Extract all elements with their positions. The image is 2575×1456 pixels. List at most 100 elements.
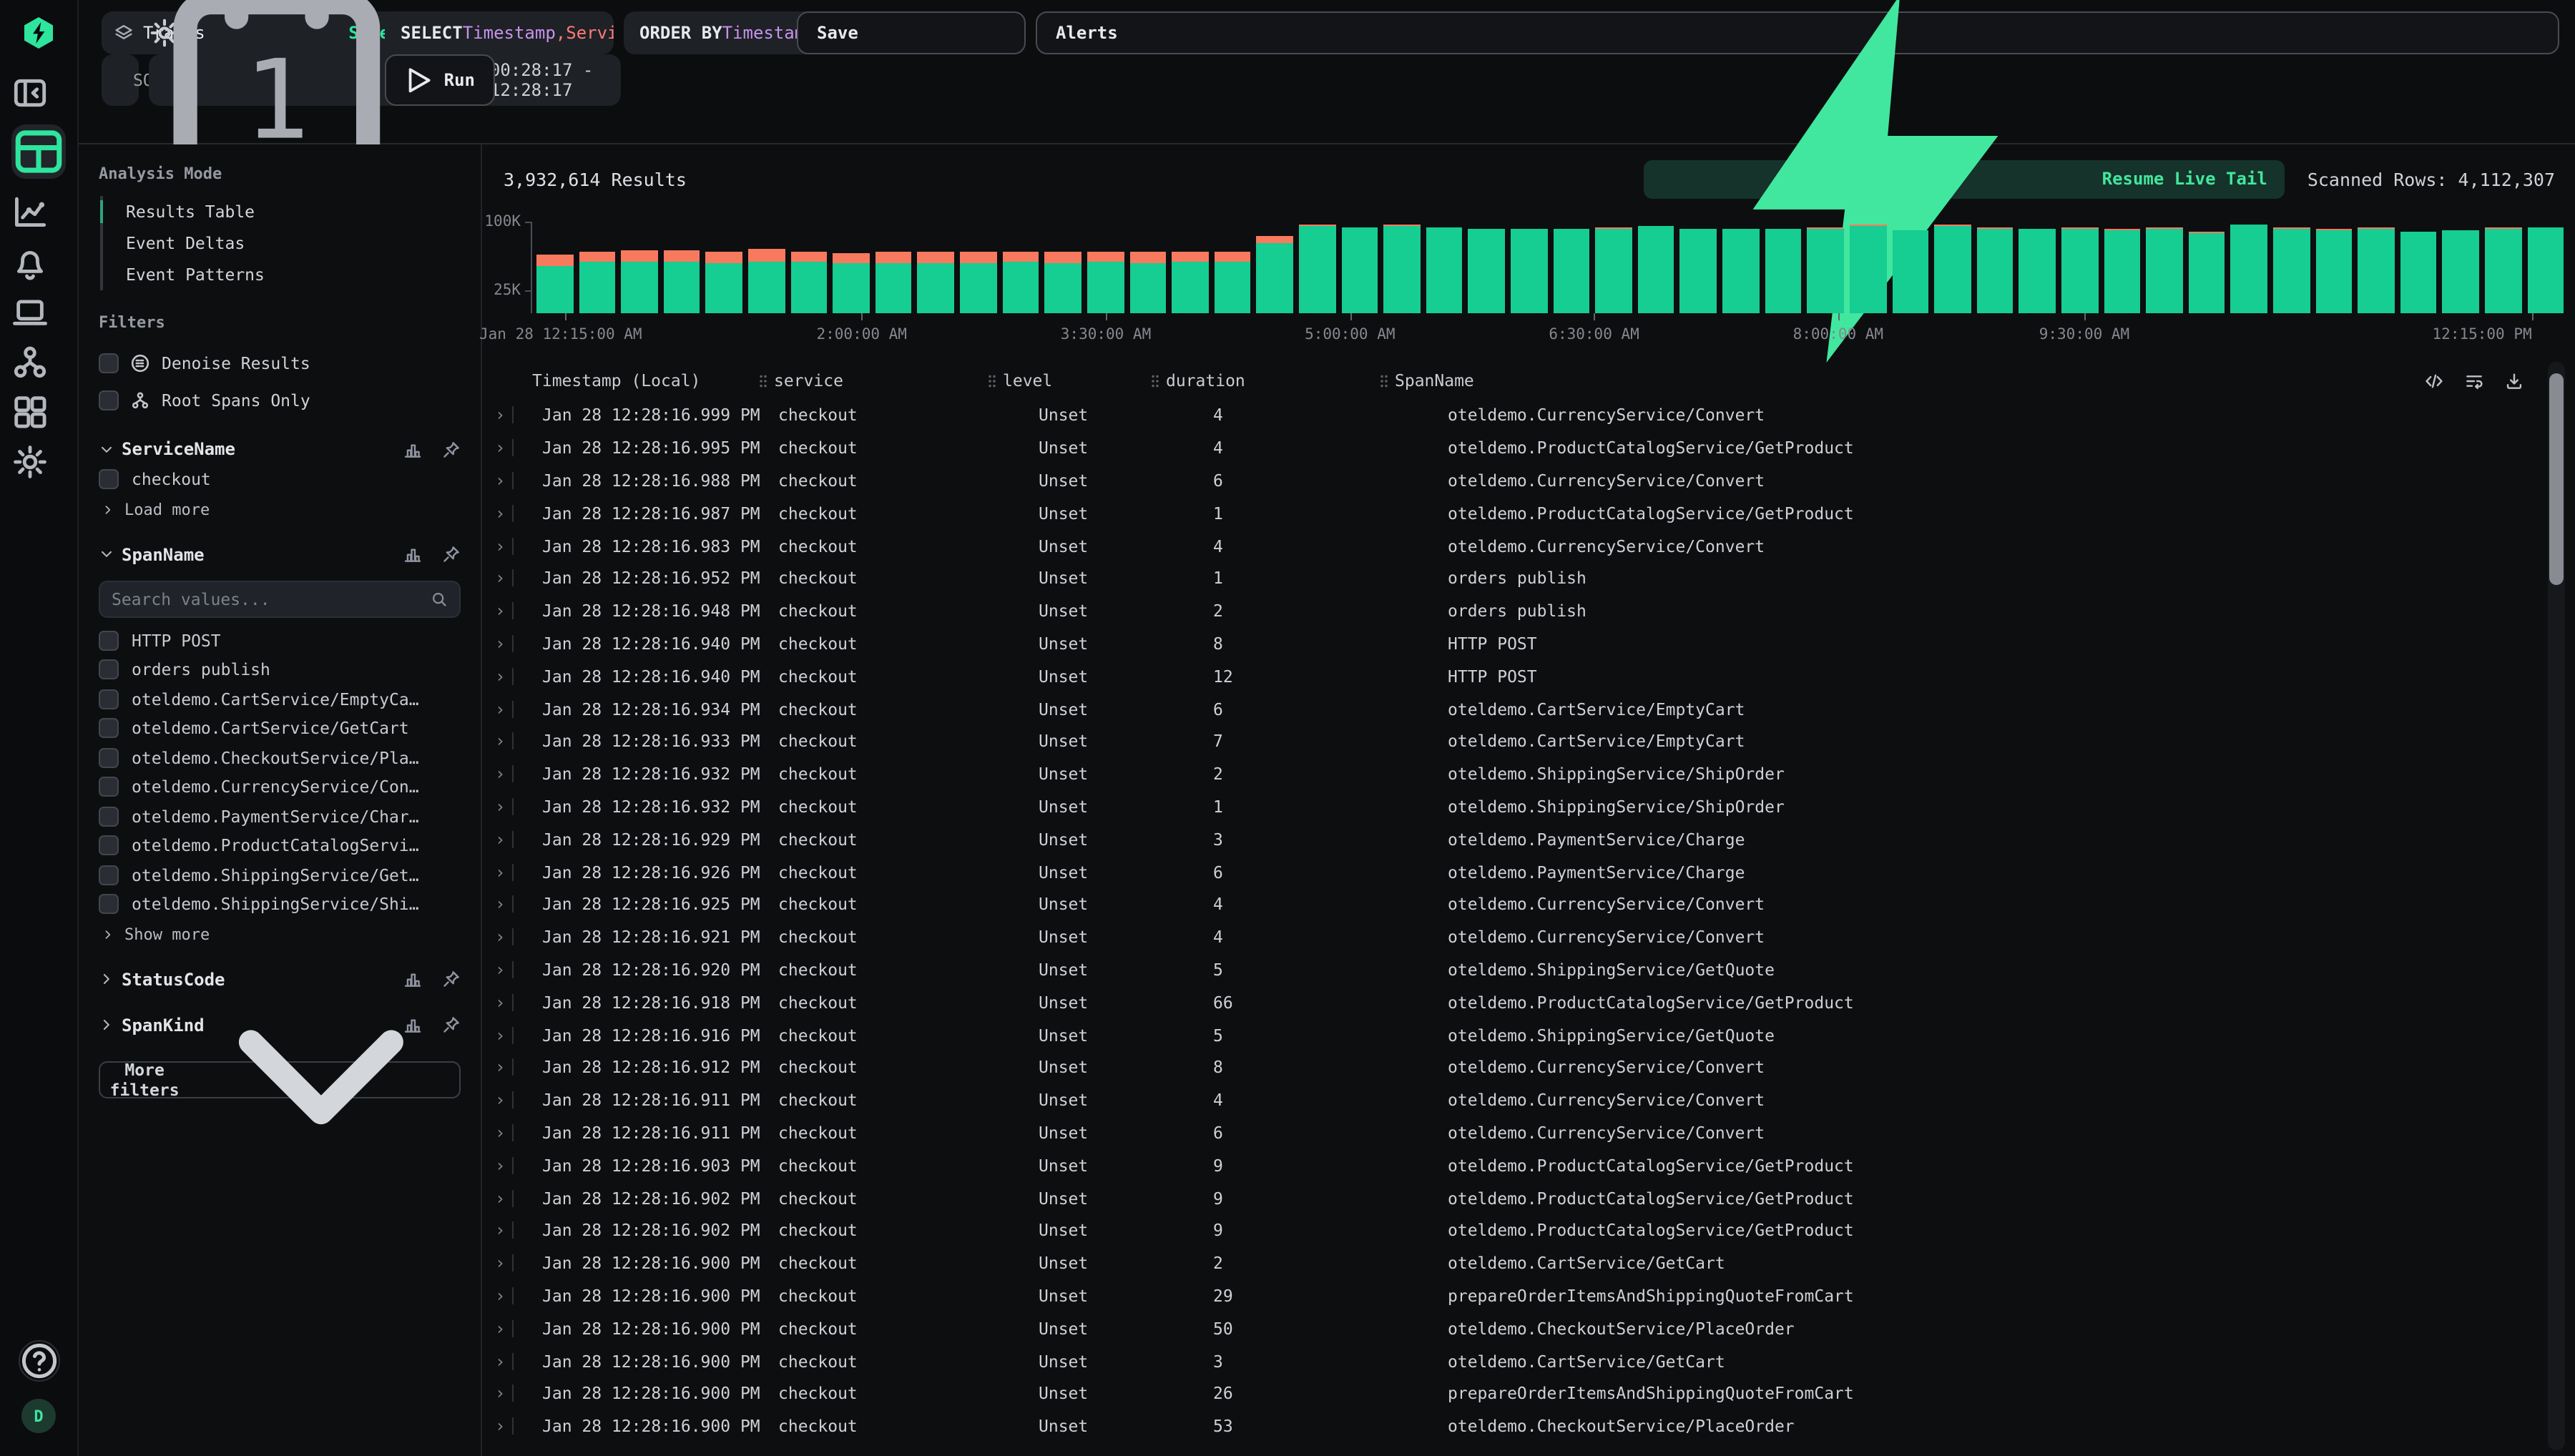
expand-chevron-icon[interactable]: › xyxy=(495,1222,505,1239)
histogram-bar[interactable] xyxy=(1172,251,1208,313)
dashboards-icon[interactable] xyxy=(11,393,49,431)
table-row[interactable]: › Jan 28 12:28:16.903 PM checkout Unset … xyxy=(484,1149,2575,1182)
save-button[interactable]: Save xyxy=(797,11,1026,54)
histogram-bar[interactable] xyxy=(706,252,742,313)
checkbox[interactable] xyxy=(99,807,119,827)
column-header-level[interactable]: level xyxy=(1003,370,1052,390)
histogram-bar[interactable] xyxy=(1553,229,1589,313)
table-row[interactable]: › Jan 28 12:28:16.920 PM checkout Unset … xyxy=(484,953,2575,986)
facet-value[interactable]: oteldemo.PaymentService/Char… xyxy=(99,802,461,831)
histogram-bar[interactable] xyxy=(1765,228,1801,313)
expand-chevron-icon[interactable]: › xyxy=(495,1352,505,1369)
analysis-mode-results-table[interactable]: Results Table xyxy=(126,196,461,227)
table-row[interactable]: › Jan 28 12:28:16.940 PM checkout Unset … xyxy=(484,660,2575,693)
histogram-bar[interactable] xyxy=(2315,229,2352,313)
table-row[interactable]: › Jan 28 12:28:16.983 PM checkout Unset … xyxy=(484,529,2575,562)
histogram-bar[interactable] xyxy=(536,255,573,313)
histogram-bar[interactable] xyxy=(2189,232,2225,313)
expand-chevron-icon[interactable]: › xyxy=(495,1319,505,1337)
table-row[interactable]: › Jan 28 12:28:16.925 PM checkout Unset … xyxy=(484,888,2575,921)
table-row[interactable]: › Jan 28 12:28:16.932 PM checkout Unset … xyxy=(484,790,2575,823)
histogram-bar[interactable] xyxy=(960,252,996,313)
expand-chevron-icon[interactable]: › xyxy=(495,863,505,880)
histogram-bar[interactable] xyxy=(1383,225,1420,313)
table-row[interactable]: › Jan 28 12:28:16.900 PM checkout Unset … xyxy=(484,1246,2575,1279)
expand-chevron-icon[interactable]: › xyxy=(495,1417,505,1435)
expand-chevron-icon[interactable]: › xyxy=(495,1254,505,1271)
histogram-bar[interactable] xyxy=(1595,227,1632,313)
drag-handle-icon[interactable] xyxy=(758,373,768,388)
table-row[interactable]: › Jan 28 12:28:16.933 PM checkout Unset … xyxy=(484,725,2575,758)
services-map-icon[interactable] xyxy=(11,343,49,380)
histogram-bar[interactable] xyxy=(2061,227,2098,313)
histogram-bar[interactable] xyxy=(1934,224,1971,313)
histogram-bar[interactable] xyxy=(1850,225,1886,313)
facet-load-more[interactable]: Load more xyxy=(99,494,461,524)
drag-handle-icon[interactable] xyxy=(1150,373,1160,388)
histogram-bar[interactable] xyxy=(664,250,700,313)
expand-chevron-icon[interactable]: › xyxy=(495,896,505,913)
facet-value[interactable]: oteldemo.CartService/GetCart xyxy=(99,714,461,743)
histogram-bar[interactable] xyxy=(1976,227,2013,313)
table-row[interactable]: › Jan 28 12:28:16.900 PM checkout Unset … xyxy=(484,1279,2575,1312)
expand-chevron-icon[interactable]: › xyxy=(495,537,505,554)
expand-chevron-icon[interactable]: › xyxy=(495,733,505,750)
wrap-lines-icon[interactable] xyxy=(2465,371,2483,390)
collapse-sidebar-icon[interactable] xyxy=(11,74,49,112)
facet-value[interactable]: oteldemo.ShippingService/Get… xyxy=(99,860,461,890)
histogram-bar[interactable] xyxy=(1808,227,1844,313)
expand-chevron-icon[interactable]: › xyxy=(495,798,505,815)
histogram-bar[interactable] xyxy=(2527,227,2564,313)
search-explorer-icon[interactable] xyxy=(11,124,66,179)
run-button[interactable]: Run xyxy=(385,54,495,106)
checkbox[interactable] xyxy=(99,390,119,410)
table-row[interactable]: › Jan 28 12:28:16.900 PM checkout Unset … xyxy=(484,1410,2575,1442)
histogram-bar[interactable] xyxy=(621,250,657,313)
facet-header-ServiceName[interactable]: ServiceName xyxy=(99,433,461,465)
expand-chevron-icon[interactable]: › xyxy=(495,602,505,619)
histogram-bar[interactable] xyxy=(2400,232,2437,313)
expand-chevron-icon[interactable]: › xyxy=(495,472,505,489)
histogram-bar[interactable] xyxy=(2231,225,2267,313)
table-row[interactable]: › Jan 28 12:28:16.918 PM checkout Unset … xyxy=(484,986,2575,1019)
histogram-bar[interactable] xyxy=(748,249,785,313)
histogram-bar[interactable] xyxy=(1341,227,1378,313)
column-header-duration[interactable]: duration xyxy=(1166,370,1245,390)
expand-chevron-icon[interactable]: › xyxy=(495,928,505,945)
histogram-bar[interactable] xyxy=(833,252,870,313)
settings-gear-icon[interactable] xyxy=(11,443,49,481)
more-filters-button[interactable]: More filters xyxy=(99,1061,461,1098)
facet-value[interactable]: checkout xyxy=(99,465,461,494)
checkbox[interactable] xyxy=(99,777,119,797)
histogram-bar[interactable] xyxy=(2104,229,2140,313)
table-row[interactable]: › Jan 28 12:28:16.940 PM checkout Unset … xyxy=(484,627,2575,660)
table-row[interactable]: › Jan 28 12:28:16.902 PM checkout Unset … xyxy=(484,1181,2575,1214)
histogram-bar[interactable] xyxy=(790,251,827,313)
expand-chevron-icon[interactable]: › xyxy=(495,1287,505,1304)
code-icon[interactable] xyxy=(2425,371,2443,390)
checkbox[interactable] xyxy=(99,895,119,915)
alerts-bell-icon[interactable] xyxy=(11,243,49,280)
checkbox[interactable] xyxy=(99,719,119,739)
scrollbar-thumb[interactable] xyxy=(2549,373,2564,585)
checkbox[interactable] xyxy=(99,470,119,490)
resume-live-tail-button[interactable]: Resume Live Tail xyxy=(1644,159,2285,198)
table-row[interactable]: › Jan 28 12:28:16.932 PM checkout Unset … xyxy=(484,758,2575,791)
table-row[interactable]: › Jan 28 12:28:16.948 PM checkout Unset … xyxy=(484,595,2575,628)
download-icon[interactable] xyxy=(2505,371,2524,390)
facet-header-SpanName[interactable]: SpanName xyxy=(99,538,461,570)
expand-chevron-icon[interactable]: › xyxy=(495,1091,505,1108)
expand-chevron-icon[interactable]: › xyxy=(495,831,505,848)
table-row[interactable]: › Jan 28 12:28:16.926 PM checkout Unset … xyxy=(484,855,2575,888)
histogram-bar[interactable] xyxy=(579,251,615,313)
table-row[interactable]: › Jan 28 12:28:16.999 PM checkout Unset … xyxy=(484,399,2575,432)
histogram-bar[interactable] xyxy=(1511,228,1547,313)
expand-chevron-icon[interactable]: › xyxy=(495,570,505,587)
expand-chevron-icon[interactable]: › xyxy=(495,993,505,1010)
checkbox[interactable] xyxy=(99,353,119,373)
chart-explorer-icon[interactable] xyxy=(11,193,49,230)
histogram-bar[interactable] xyxy=(1087,252,1124,313)
histogram-bar[interactable] xyxy=(1129,252,1166,313)
table-row[interactable]: › Jan 28 12:28:16.902 PM checkout Unset … xyxy=(484,1214,2575,1247)
pin-icon[interactable] xyxy=(442,440,461,458)
